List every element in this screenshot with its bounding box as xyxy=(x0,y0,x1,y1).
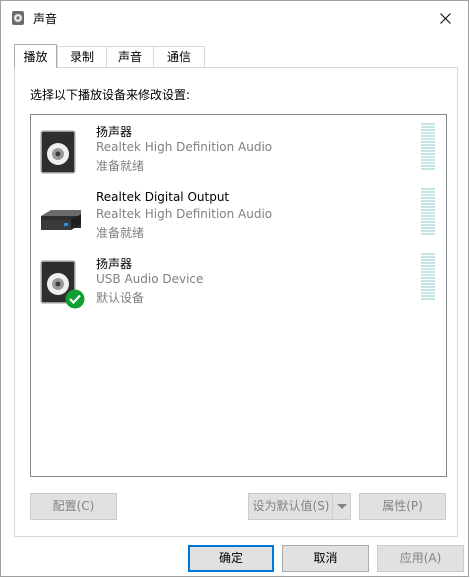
device-description: USB Audio Device xyxy=(96,272,204,286)
close-button[interactable] xyxy=(422,1,468,35)
digital-output-icon xyxy=(37,192,85,244)
speaker-icon xyxy=(37,125,85,177)
device-status: 默认设备 xyxy=(96,291,145,305)
title-bar: 声音 xyxy=(1,1,468,35)
set-default-button[interactable]: 设为默认值(S) xyxy=(248,493,351,520)
tab-sounds[interactable]: 声音 xyxy=(106,46,154,67)
device-name: Realtek Digital Output xyxy=(96,190,230,204)
device-description: Realtek High Definition Audio xyxy=(96,140,273,154)
sound-dialog: 声音 播放 录制 声音 通信 选择以下播放设备来修改设置: 扬声器 Realte… xyxy=(0,0,469,577)
cancel-button[interactable]: 取消 xyxy=(282,545,369,572)
properties-button[interactable]: 属性(P) xyxy=(359,493,446,520)
volume-meter xyxy=(421,123,435,171)
close-icon xyxy=(439,12,451,24)
tab-playback[interactable]: 播放 xyxy=(14,44,57,68)
volume-meter xyxy=(421,188,435,236)
device-description: Realtek High Definition Audio xyxy=(96,207,273,221)
volume-meter xyxy=(421,253,435,301)
tab-communications[interactable]: 通信 xyxy=(153,46,205,67)
device-name: 扬声器 xyxy=(96,125,133,139)
window-title: 声音 xyxy=(33,12,58,26)
list-item-device[interactable]: 扬声器 Realtek High Definition Audio 准备就绪 xyxy=(31,121,446,183)
list-item-device[interactable]: Realtek Digital Output Realtek High Defi… xyxy=(31,188,446,250)
apply-button[interactable]: 应用(A) xyxy=(377,545,464,572)
set-default-label: 设为默认值(S) xyxy=(252,499,330,513)
list-item-device[interactable]: 扬声器 USB Audio Device 默认设备 xyxy=(31,253,446,315)
device-status: 准备就绪 xyxy=(96,159,145,173)
default-check-icon xyxy=(65,289,85,309)
device-name: 扬声器 xyxy=(96,257,133,271)
instruction-label: 选择以下播放设备来修改设置: xyxy=(30,88,191,102)
device-status: 准备就绪 xyxy=(96,226,145,240)
speaker-title-icon xyxy=(11,10,25,26)
chevron-down-icon[interactable] xyxy=(332,494,350,519)
tab-recording[interactable]: 录制 xyxy=(57,46,107,67)
device-list[interactable]: 扬声器 Realtek High Definition Audio 准备就绪 R… xyxy=(30,114,447,477)
ok-button[interactable]: 确定 xyxy=(188,545,274,572)
configure-button[interactable]: 配置(C) xyxy=(30,493,117,520)
